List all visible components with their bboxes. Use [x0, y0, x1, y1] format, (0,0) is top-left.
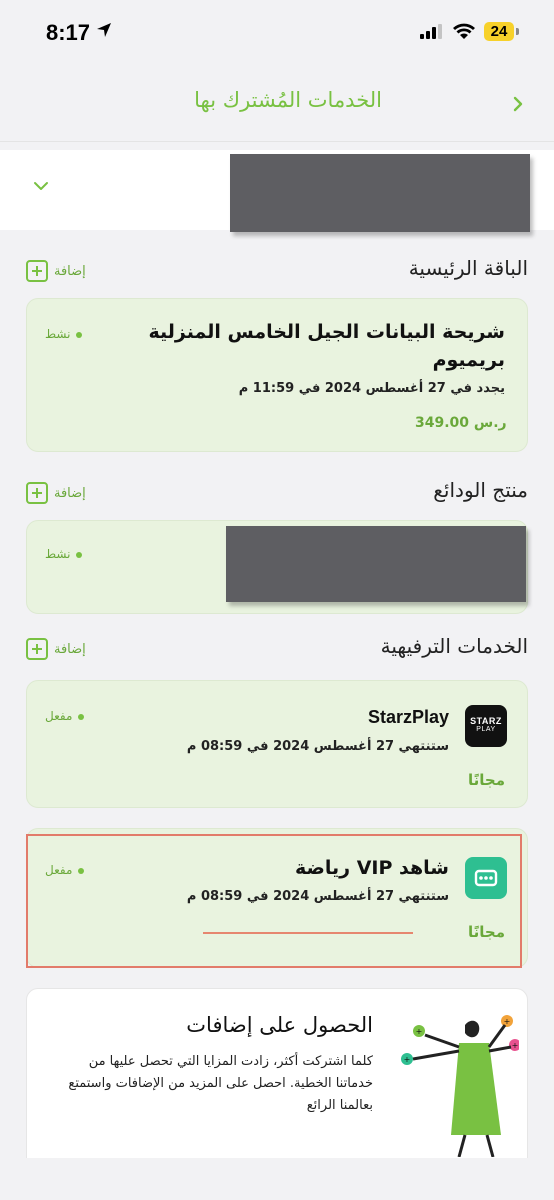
plan-price: 349.00 ر.س [415, 415, 507, 431]
plus-icon [26, 260, 48, 282]
wifi-icon [453, 23, 475, 39]
starzplay-card[interactable]: STARZ PLAY مفعل StarzPlay ستنتهي 27 أغسط… [26, 680, 528, 808]
promo-body: كلما اشتركت أكثر، زادت المزايا التي تحصل… [68, 1054, 373, 1113]
back-chevron-icon[interactable] [508, 92, 528, 116]
get-addons-card[interactable]: الحصول على إضافات كلما اشتركت أكثر، زادت… [26, 988, 528, 1178]
status-dot [78, 713, 85, 720]
status-badge: مفعل [45, 709, 85, 723]
battery-nub [516, 28, 519, 35]
entertainment-add-button[interactable]: إضافة [26, 636, 86, 662]
starzplay-logo-sub: PLAY [476, 726, 496, 733]
bottom-area [0, 1158, 554, 1200]
chevron-down-icon[interactable] [32, 177, 50, 195]
promo-title: الحصول على إضافات [186, 1013, 373, 1037]
plus-icon [26, 482, 48, 504]
redacted-deposit-name [226, 526, 526, 602]
svg-text:+: + [416, 1027, 423, 1036]
starzplay-logo-text: STARZ [470, 716, 502, 726]
status-badge: نشط [45, 327, 83, 341]
juggling-person-illustration: + + + + [401, 1015, 519, 1157]
expiry-date: ستنتهي 27 أغسطس 2024 في 08:59 م [186, 739, 449, 754]
cellular-signal-icon [420, 24, 442, 39]
location-arrow-icon [97, 23, 111, 37]
status-badge: نشط [45, 547, 83, 561]
svg-text:+: + [512, 1041, 519, 1050]
add-label: إضافة [54, 641, 86, 657]
plus-icon [26, 638, 48, 660]
status-dot [76, 551, 83, 558]
status-text: نشط [45, 327, 71, 341]
plan-name-line1: شريحة البيانات الجيل الخامس المنزلية [148, 321, 506, 343]
svg-text:+: + [504, 1017, 511, 1026]
redacted-account-number [230, 154, 530, 232]
battery-indicator: 24 [484, 22, 514, 41]
main-plan-title: الباقة الرئيسية [408, 256, 528, 280]
header-divider [0, 141, 554, 142]
top-bar: الخدمات المُشترك بها [0, 62, 554, 142]
main-plan-card[interactable]: نشط شريحة البيانات الجيل الخامس المنزلية… [26, 298, 528, 452]
status-bar: 8:17 24 [0, 0, 554, 62]
status-time: 8:17 [46, 20, 91, 45]
renewal-date: يجدد في 27 أغسطس 2024 في 11:59 م [238, 381, 505, 396]
starzplay-logo: STARZ PLAY [465, 705, 507, 747]
service-name: StarzPlay [367, 707, 449, 727]
highlight-annotation [26, 834, 522, 968]
entertainment-title: الخدمات الترفيهية [380, 634, 528, 658]
underline-annotation [203, 932, 413, 934]
page-title: الخدمات المُشترك بها [194, 88, 382, 112]
add-label: إضافة [54, 485, 86, 501]
status-dot [76, 331, 83, 338]
service-price: مجانًا [468, 771, 505, 789]
plan-name-line2: بريميوم [432, 349, 505, 371]
deposits-header: منتج الودائع إضافة [26, 478, 528, 508]
add-label: إضافة [54, 263, 86, 279]
main-plan-header: الباقة الرئيسية إضافة [26, 256, 528, 286]
status-text: مفعل [45, 709, 73, 723]
svg-text:+: + [404, 1055, 411, 1064]
deposits-title: منتج الودائع [433, 478, 528, 502]
entertainment-header: الخدمات الترفيهية إضافة [26, 634, 528, 664]
main-plan-add-button[interactable]: إضافة [26, 258, 86, 284]
deposits-add-button[interactable]: إضافة [26, 480, 86, 506]
status-text: نشط [45, 547, 71, 561]
